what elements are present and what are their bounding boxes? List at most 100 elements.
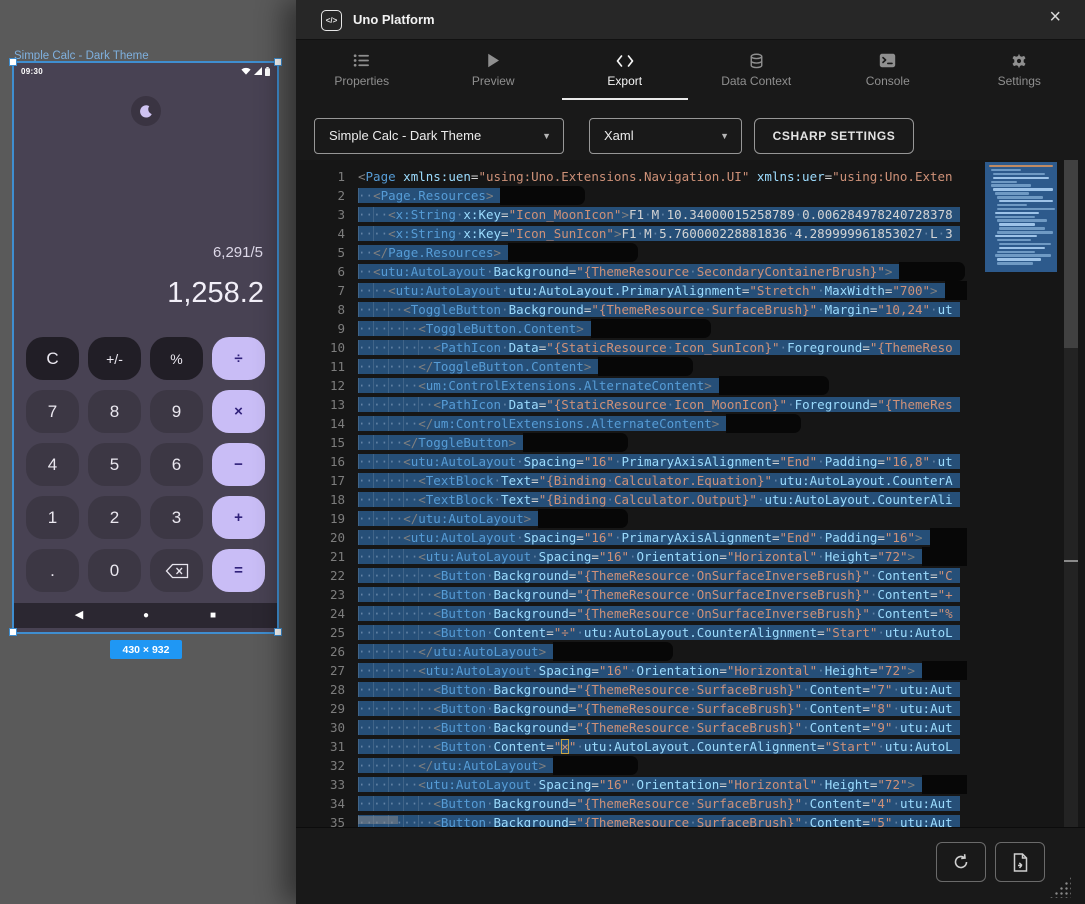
selection-handle-top-left[interactable]: [9, 58, 17, 66]
gear-icon: [1011, 52, 1027, 69]
tab-console[interactable]: Console: [822, 40, 954, 100]
line-number: 30: [296, 718, 345, 737]
horizontal-scrollbar-thumb[interactable]: [358, 816, 398, 824]
calc-key-.[interactable]: .: [26, 549, 79, 592]
calc-key-0[interactable]: 0: [88, 549, 141, 592]
file-export-icon: [1012, 853, 1029, 872]
format-select-dropdown[interactable]: Xaml ▼: [589, 118, 742, 154]
refresh-icon: [952, 853, 970, 871]
close-icon[interactable]: ×: [1049, 6, 1061, 29]
export-toolbar: Simple Calc - Dark Theme ▼ Xaml ▼ CSHARP…: [296, 100, 1085, 160]
line-number: 29: [296, 699, 345, 718]
calc-key-9[interactable]: 9: [150, 390, 203, 433]
tab-data-context[interactable]: Data Context: [691, 40, 823, 100]
tab-preview[interactable]: Preview: [428, 40, 560, 100]
calc-key-3[interactable]: 3: [150, 496, 203, 539]
code-line: ········</ToggleButton.Content>: [358, 357, 967, 376]
calc-key-backspace[interactable]: [150, 549, 203, 592]
code-line: ······</utu:AutoLayout>: [358, 509, 967, 528]
code-line: ··········<Button·Background="{ThemeReso…: [358, 718, 967, 737]
line-number: 7: [296, 281, 345, 300]
code-content[interactable]: <Page xmlns:uen="using:Uno.Extensions.Na…: [358, 160, 967, 827]
code-line: ········</utu:AutoLayout>: [358, 642, 967, 661]
selection-handle-bottom-left[interactable]: [9, 628, 17, 636]
line-number: 13: [296, 395, 345, 414]
code-line: ········</um:ControlExtensions.Alternate…: [358, 414, 967, 433]
calc-key-÷[interactable]: ÷: [212, 337, 265, 380]
code-line: ··········<Button·Content="÷"·utu:AutoLa…: [358, 623, 967, 642]
resize-grip[interactable]: [1049, 876, 1071, 898]
terminal-icon: [879, 52, 896, 69]
line-number: 18: [296, 490, 345, 509]
code-line: ········</utu:AutoLayout>: [358, 756, 967, 775]
status-time: 09:30: [21, 67, 43, 76]
android-nav-bar: ◀ ● ■: [14, 603, 277, 628]
calc-key-1[interactable]: 1: [26, 496, 79, 539]
signal-icon: [254, 67, 262, 75]
frame-size-badge: 430 × 932: [110, 640, 182, 659]
database-icon: [749, 52, 764, 69]
vertical-scrollbar[interactable]: [1064, 160, 1078, 827]
calc-key-4[interactable]: 4: [26, 443, 79, 486]
uno-platform-logo-icon: </>: [321, 10, 342, 31]
nav-recents-icon: ■: [203, 603, 223, 628]
tab-label: Export: [607, 74, 642, 88]
code-line: ··<Page.Resources>: [358, 186, 967, 205]
calc-key-+/-[interactable]: +/-: [88, 337, 141, 380]
line-number: 2: [296, 186, 345, 205]
plugin-tab-bar: Properties Preview Export Data Context C…: [296, 40, 1085, 100]
csharp-settings-button[interactable]: CSHARP SETTINGS: [754, 118, 914, 154]
code-editor[interactable]: 1234567891011121314151617181920212223242…: [296, 160, 1085, 827]
calc-key-+[interactable]: +: [212, 496, 265, 539]
calc-key-−[interactable]: −: [212, 443, 265, 486]
calc-key-6[interactable]: 6: [150, 443, 203, 486]
calc-key-7[interactable]: 7: [26, 390, 79, 433]
calc-key-%[interactable]: %: [150, 337, 203, 380]
calc-key-C[interactable]: C: [26, 337, 79, 380]
line-number-gutter: 1234567891011121314151617181920212223242…: [296, 160, 345, 827]
calc-key-2[interactable]: 2: [88, 496, 141, 539]
minimap[interactable]: [985, 160, 1057, 827]
theme-toggle-button[interactable]: [131, 96, 161, 126]
nav-home-icon: ●: [136, 603, 156, 628]
refresh-button[interactable]: [936, 842, 986, 882]
phone-status-bar: 09:30: [14, 63, 277, 79]
frame-select-dropdown[interactable]: Simple Calc - Dark Theme ▼: [314, 118, 564, 154]
line-number: 21: [296, 547, 345, 566]
selection-handle-top-right[interactable]: [274, 58, 282, 66]
calc-key-8[interactable]: 8: [88, 390, 141, 433]
line-number: 8: [296, 300, 345, 319]
calc-key-×[interactable]: ×: [212, 390, 265, 433]
code-line: ········<utu:AutoLayout·Spacing="16"·Ori…: [358, 775, 967, 794]
design-frame[interactable]: 09:30 6,291/5 1,258.2 C+/-%÷789×456−123+…: [14, 63, 277, 632]
line-number: 20: [296, 528, 345, 547]
calculator-keypad: C+/-%÷ 789× 456− 123+.0 =: [26, 337, 265, 592]
code-line: ········<utu:AutoLayout·Spacing="16"·Ori…: [358, 547, 967, 566]
line-number: 12: [296, 376, 345, 395]
export-file-button[interactable]: [995, 842, 1045, 882]
vertical-scrollbar-thumb[interactable]: [1064, 160, 1078, 348]
code-line: ········<utu:AutoLayout·Spacing="16"·Ori…: [358, 661, 967, 680]
line-number: 19: [296, 509, 345, 528]
tab-export[interactable]: Export: [559, 40, 691, 100]
status-icons: [241, 67, 270, 76]
plugin-bottom-bar: [296, 827, 1085, 904]
selection-handle-bottom-right[interactable]: [274, 628, 282, 636]
frame-label[interactable]: Simple Calc - Dark Theme: [14, 50, 277, 62]
tab-settings[interactable]: Settings: [954, 40, 1085, 100]
backspace-icon: [165, 563, 189, 579]
code-line: ··········<Button·Background="{ThemeReso…: [358, 813, 967, 827]
line-number: 34: [296, 794, 345, 813]
code-line: ······<ToggleButton·Background="{ThemeRe…: [358, 300, 967, 319]
line-number: 6: [296, 262, 345, 281]
calc-key-=[interactable]: =: [212, 549, 265, 592]
line-number: 16: [296, 452, 345, 471]
calc-key-5[interactable]: 5: [88, 443, 141, 486]
tab-properties[interactable]: Properties: [296, 40, 428, 100]
code-line: ····<x:String·x:Key="Icon_SunIcon">F1·M·…: [358, 224, 967, 243]
code-line: ··········<Button·Background="{ThemeReso…: [358, 585, 967, 604]
code-line: ··········<Button·Background="{ThemeReso…: [358, 680, 967, 699]
code-line: ········<TextBlock·Text="{Binding·Calcul…: [358, 490, 967, 509]
tab-label: Console: [866, 74, 910, 88]
nav-back-icon: ◀: [69, 603, 89, 628]
